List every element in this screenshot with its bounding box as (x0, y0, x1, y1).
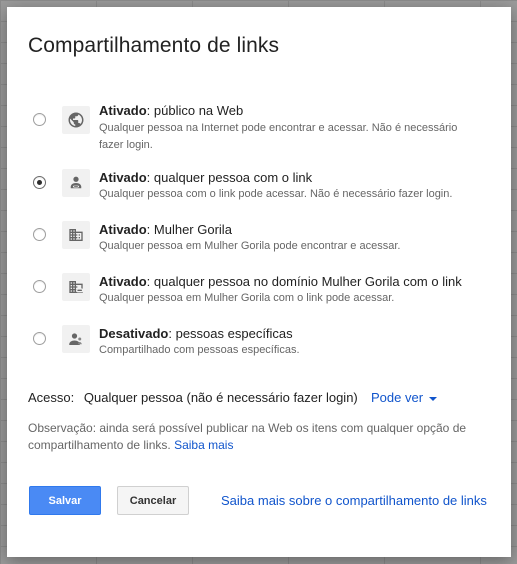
access-label: Acesso: (28, 390, 75, 405)
option-title: Ativado: público na Web (99, 103, 244, 118)
dialog-title: Compartilhamento de links (28, 34, 280, 57)
radio-organization-with-link[interactable] (33, 280, 46, 293)
person-link-icon (62, 169, 90, 197)
radio-specific-people[interactable] (33, 332, 46, 345)
radio-public-web[interactable] (33, 113, 46, 126)
option-description: Qualquer pessoa em Mulher Gorila com o l… (99, 292, 395, 304)
access-row: Acesso: Qualquer pessoa (não é necessári… (28, 390, 358, 405)
option-anyone-with-link[interactable]: Ativado: qualquer pessoa com o link Qual… (7, 165, 511, 211)
link-sharing-dialog: Compartilhamento de links Ativado: públi… (7, 7, 511, 557)
option-title: Ativado: qualquer pessoa com o link (99, 170, 313, 185)
cancel-button[interactable]: Cancelar (117, 486, 189, 515)
access-value: Qualquer pessoa (não é necessário fazer … (83, 390, 358, 405)
permission-value: Pode ver (371, 390, 424, 405)
people-icon (62, 325, 90, 353)
radio-organization[interactable] (33, 228, 46, 241)
note-text: Observação: ainda será possível publicar… (28, 421, 467, 452)
option-title: Desativado: pessoas específicas (99, 326, 293, 341)
option-title: Ativado: Mulher Gorila (99, 222, 232, 237)
option-organization[interactable]: Ativado: Mulher Gorila Qualquer pessoa e… (7, 217, 511, 263)
option-organization-with-link[interactable]: Ativado: qualquer pessoa no domínio Mulh… (7, 269, 511, 315)
radio-anyone-with-link[interactable] (33, 176, 46, 189)
option-public-web[interactable]: Ativado: público na Web Qualquer pessoa … (7, 102, 511, 151)
option-description: Compartilhado com pessoas específicas. (99, 344, 300, 356)
building-link-icon (62, 273, 90, 301)
learn-more-sharing-link[interactable]: Saiba mais sobre o compartilhamento de l… (221, 493, 487, 508)
save-button[interactable]: Salvar (29, 486, 101, 515)
learn-more-link[interactable]: Saiba mais (174, 438, 233, 452)
globe-icon (62, 106, 90, 134)
chevron-down-icon (429, 396, 438, 401)
option-description: Qualquer pessoa com o link pode acessar.… (99, 188, 453, 200)
option-description: Qualquer pessoa em Mulher Gorila pode en… (99, 240, 401, 252)
option-title: Ativado: qualquer pessoa no domínio Mulh… (99, 274, 462, 289)
option-specific-people[interactable]: Desativado: pessoas específicas Comparti… (7, 321, 511, 367)
permission-dropdown[interactable]: Pode ver (371, 390, 438, 405)
option-description: Qualquer pessoa na Internet pode encontr… (99, 122, 458, 151)
building-icon (62, 221, 90, 249)
